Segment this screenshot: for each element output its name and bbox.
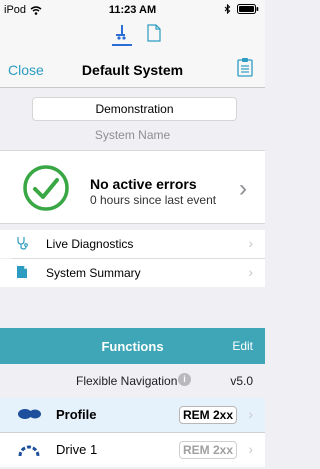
wheelchair-settings-icon	[116, 25, 126, 40]
bluetooth-icon	[224, 4, 231, 14]
clipboard-icon	[237, 58, 253, 77]
tab-document[interactable]	[144, 24, 164, 46]
status-bar: iPod 11:23 AM	[0, 0, 265, 20]
error-status-card[interactable]: No active errors 0 hours since last even…	[0, 150, 265, 224]
function-row-profile[interactable]: Profile REM 2xx ›	[0, 398, 265, 432]
navigation-bar: Close Default System	[0, 20, 265, 88]
flexible-navigation-row: Flexible Navigation i v5.0	[0, 364, 265, 396]
report-button[interactable]	[237, 57, 253, 82]
error-status-headline: No active errors	[90, 176, 197, 192]
view-switcher	[112, 24, 164, 46]
version-label: v5.0	[230, 374, 253, 388]
document-icon	[147, 24, 161, 42]
chevron-right-icon: ›	[239, 175, 247, 202]
page-title: Default System	[81, 62, 184, 78]
edit-button[interactable]: Edit	[232, 339, 253, 353]
drive-speed-icon	[18, 445, 40, 457]
stethoscope-icon	[17, 237, 28, 250]
profile-toggle-icon	[18, 409, 41, 419]
function-label: Drive 1	[56, 442, 98, 457]
status-right	[224, 4, 259, 14]
function-label: Profile	[56, 407, 97, 422]
system-name-label: System Name	[94, 128, 171, 142]
chevron-right-icon: ›	[248, 235, 253, 251]
functions-title: Functions	[101, 339, 164, 354]
menu-item-label: Live Diagnostics	[46, 237, 134, 251]
module-badge: REM 2xx	[178, 441, 237, 459]
error-status-detail: 0 hours since last event	[90, 193, 217, 207]
tab-system-settings[interactable]	[112, 24, 132, 46]
functions-header: Functions Edit	[0, 328, 265, 364]
battery-icon	[237, 4, 259, 14]
flexible-navigation-label: Flexible Navigation	[76, 374, 178, 388]
system-name-field[interactable]: Demonstration	[32, 97, 237, 121]
chevron-right-icon: ›	[248, 406, 253, 422]
info-icon[interactable]: i	[178, 373, 191, 386]
chevron-right-icon: ›	[248, 441, 253, 457]
menu-item-live-diagnostics[interactable]: Live Diagnostics ›	[0, 230, 265, 258]
chevron-right-icon: ›	[248, 264, 253, 280]
function-row-drive-1[interactable]: Drive 1 REM 2xx ›	[0, 433, 265, 467]
summary-document-icon	[17, 266, 27, 278]
menu-item-label: System Summary	[46, 266, 141, 280]
module-badge: REM 2xx	[178, 406, 237, 424]
menu-item-system-summary[interactable]: System Summary ›	[0, 259, 265, 287]
ok-check-icon	[23, 165, 69, 211]
